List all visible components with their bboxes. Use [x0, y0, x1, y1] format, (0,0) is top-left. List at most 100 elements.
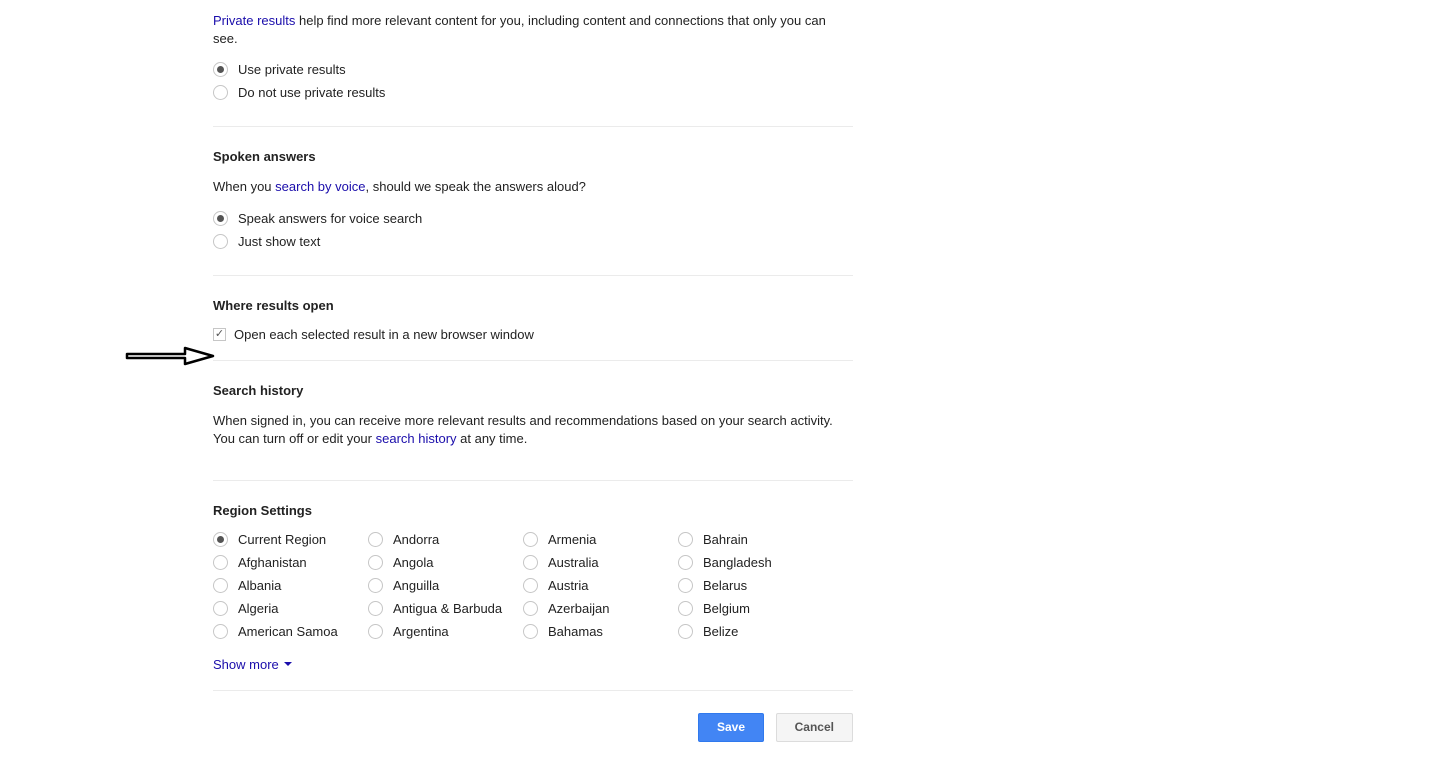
radio-label: Speak answers for voice search [238, 211, 422, 226]
region-radio[interactable]: American Samoa [213, 624, 368, 639]
show-more-label: Show more [213, 657, 279, 672]
radio-label: Angola [393, 555, 433, 570]
region-radio[interactable]: Anguilla [368, 578, 523, 593]
private-dont-use-radio[interactable]: Do not use private results [213, 85, 853, 100]
radio-label: Anguilla [393, 578, 439, 593]
radio-icon [213, 578, 228, 593]
radio-label: Do not use private results [238, 85, 385, 100]
cancel-button[interactable]: Cancel [776, 713, 853, 742]
section-title: Region Settings [213, 503, 853, 518]
new-window-checkbox[interactable]: ✓ Open each selected result in a new bro… [213, 327, 853, 342]
radio-icon [678, 601, 693, 616]
spoken-desc-after: , should we speak the answers aloud? [365, 179, 585, 194]
search-history-section: Search history When signed in, you can r… [213, 383, 853, 481]
radio-icon [523, 578, 538, 593]
radio-icon [678, 532, 693, 547]
save-button[interactable]: Save [698, 713, 764, 742]
region-column: Armenia Australia Austria Azerbaijan Bahamas [523, 532, 678, 647]
radio-icon [523, 624, 538, 639]
radio-label: Bahamas [548, 624, 603, 639]
region-grid: Current RegionAfghanistanAlbaniaAlgeriaA… [213, 532, 853, 647]
region-column: Current Region Afghanistan Albania Algeria A… [213, 532, 368, 647]
settings-page[interactable]: Private results help find more relevant … [0, 0, 1423, 757]
radio-label: Argentina [393, 624, 449, 639]
radio-label: Afghanistan [238, 555, 307, 570]
radio-label: Use private results [238, 62, 346, 77]
radio-icon [213, 234, 228, 249]
radio-icon [368, 555, 383, 570]
radio-icon [678, 578, 693, 593]
section-title: Search history [213, 383, 853, 398]
caret-down-icon [284, 662, 292, 666]
checkbox-label: Open each selected result in a new brows… [234, 327, 534, 342]
radio-icon [368, 601, 383, 616]
radio-icon [678, 555, 693, 570]
region-column: Bahrain Bangladesh Belarus Belgium Belize [678, 532, 833, 647]
region-radio[interactable]: Belarus [678, 578, 833, 593]
region-radio[interactable]: Antigua & Barbuda [368, 601, 523, 616]
section-title: Where results open [213, 298, 853, 313]
button-bar: Save Cancel [213, 713, 853, 742]
where-results-open-section: Where results open ✓ Open each selected … [213, 298, 853, 361]
radio-label: Australia [548, 555, 599, 570]
region-radio[interactable]: Current Region [213, 532, 368, 547]
region-radio[interactable]: Afghanistan [213, 555, 368, 570]
private-use-radio[interactable]: Use private results [213, 62, 853, 77]
region-column: Andorra Angola Anguilla Antigua & Barbuda Ar… [368, 532, 523, 647]
radio-label: Just show text [238, 234, 320, 249]
search-by-voice-link[interactable]: search by voice [275, 179, 365, 194]
region-radio[interactable]: Armenia [523, 532, 678, 547]
region-radio[interactable]: Algeria [213, 601, 368, 616]
region-radio[interactable]: Bahamas [523, 624, 678, 639]
search-history-link[interactable]: search history [376, 431, 457, 446]
region-radio[interactable]: Austria [523, 578, 678, 593]
region-radio[interactable]: Angola [368, 555, 523, 570]
annotation-arrow-icon [125, 344, 215, 368]
region-radio[interactable]: Albania [213, 578, 368, 593]
private-results-section: Private results help find more relevant … [213, 12, 853, 127]
region-radio[interactable]: Argentina [368, 624, 523, 639]
radio-label: Antigua & Barbuda [393, 601, 502, 616]
show-more-link[interactable]: Show more [213, 657, 853, 672]
region-radio[interactable]: Belize [678, 624, 833, 639]
radio-label: Armenia [548, 532, 596, 547]
radio-icon [213, 532, 228, 547]
private-results-description: Private results help find more relevant … [213, 12, 853, 48]
radio-icon [213, 624, 228, 639]
radio-label: Belgium [703, 601, 750, 616]
history-description: When signed in, you can receive more rel… [213, 412, 853, 448]
radio-label: Bangladesh [703, 555, 772, 570]
radio-icon [523, 555, 538, 570]
spoken-answers-section: Spoken answers When you search by voice,… [213, 149, 853, 275]
radio-label: American Samoa [238, 624, 338, 639]
spoken-description: When you search by voice, should we spea… [213, 178, 853, 196]
radio-icon [213, 555, 228, 570]
spoken-speak-radio[interactable]: Speak answers for voice search [213, 211, 853, 226]
radio-icon [213, 211, 228, 226]
radio-icon [368, 624, 383, 639]
radio-icon [213, 85, 228, 100]
region-radio[interactable]: Belgium [678, 601, 833, 616]
checkbox-icon: ✓ [213, 328, 226, 341]
region-radio[interactable]: Australia [523, 555, 678, 570]
region-radio[interactable]: Andorra [368, 532, 523, 547]
spoken-text-radio[interactable]: Just show text [213, 234, 853, 249]
region-radio[interactable]: Bahrain [678, 532, 833, 547]
radio-label: Andorra [393, 532, 439, 547]
radio-label: Current Region [238, 532, 326, 547]
radio-label: Albania [238, 578, 281, 593]
spoken-desc-before: When you [213, 179, 275, 194]
radio-label: Austria [548, 578, 588, 593]
radio-icon [368, 532, 383, 547]
radio-icon [213, 601, 228, 616]
radio-icon [213, 62, 228, 77]
radio-icon [368, 578, 383, 593]
region-radio[interactable]: Azerbaijan [523, 601, 678, 616]
radio-label: Bahrain [703, 532, 748, 547]
region-settings-section: Region Settings Current Region Afghanista… [213, 503, 853, 691]
history-desc-after: at any time. [457, 431, 528, 446]
radio-icon [678, 624, 693, 639]
private-results-link[interactable]: Private results [213, 13, 295, 28]
radio-label: Azerbaijan [548, 601, 609, 616]
region-radio[interactable]: Bangladesh [678, 555, 833, 570]
